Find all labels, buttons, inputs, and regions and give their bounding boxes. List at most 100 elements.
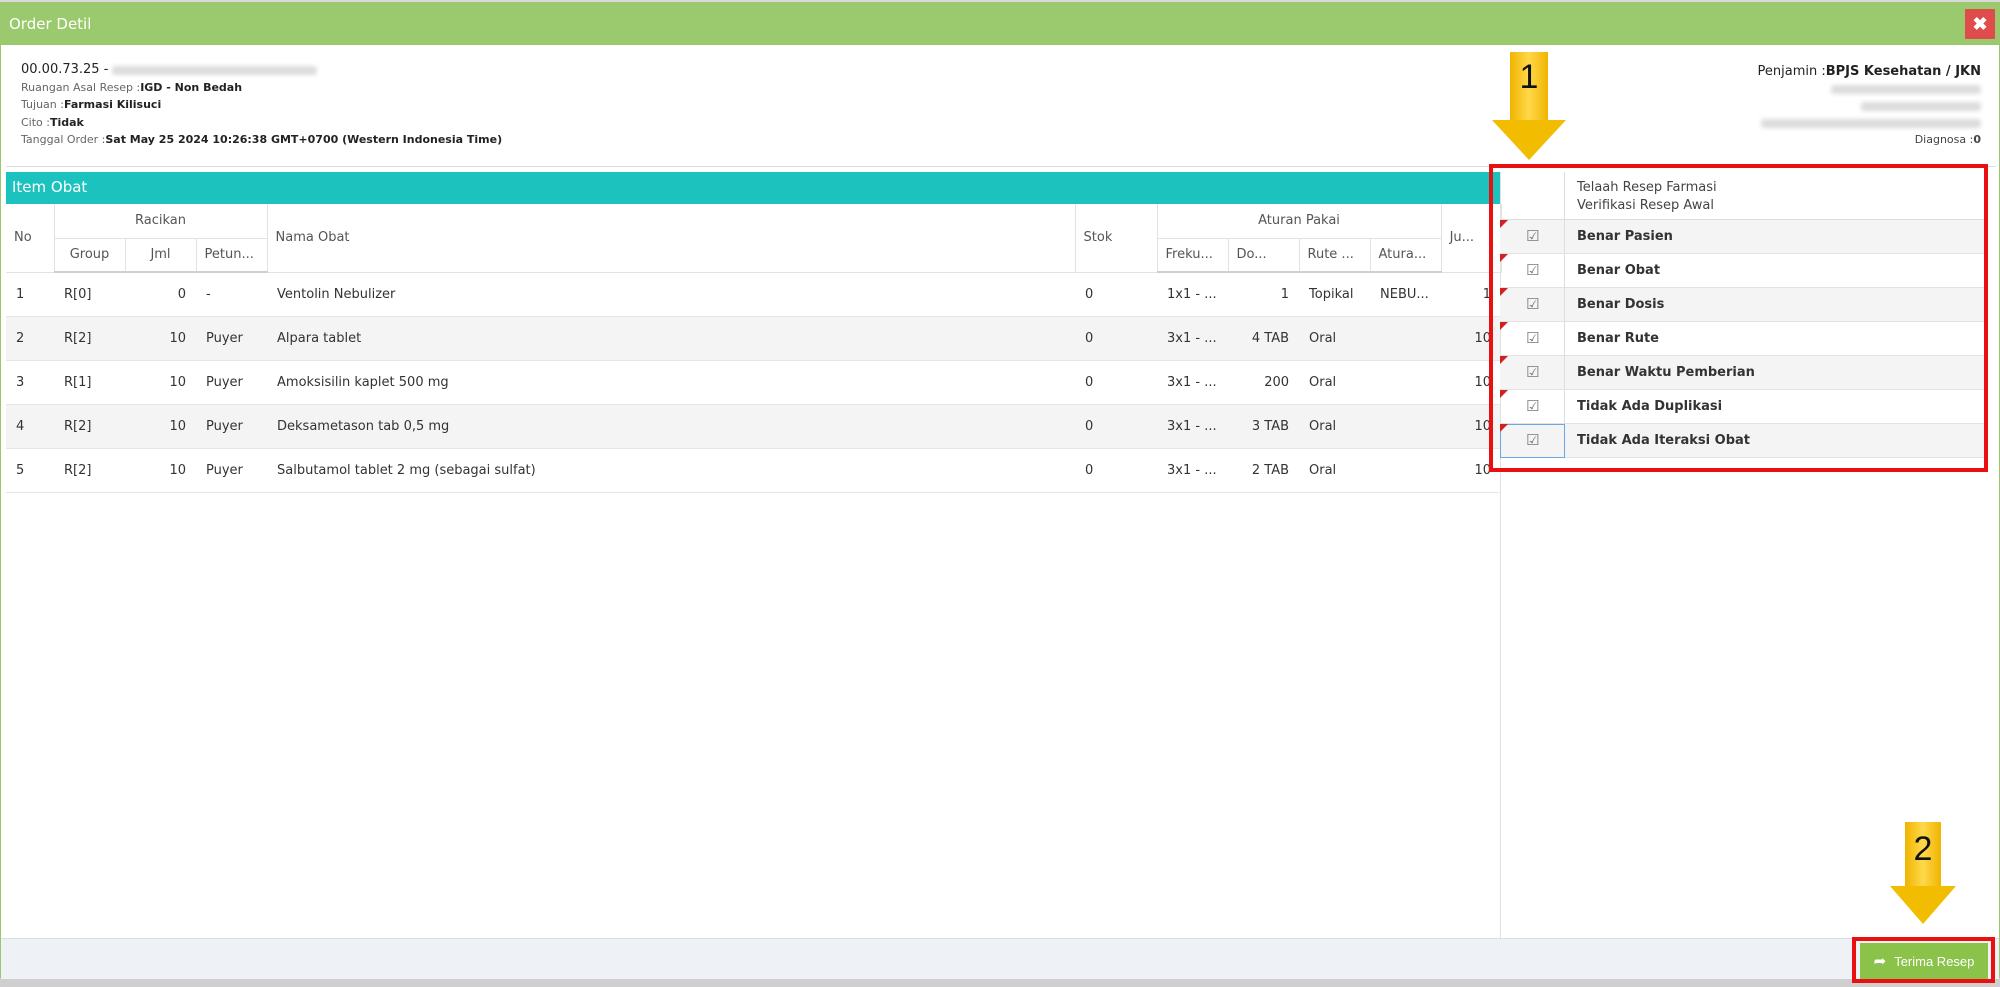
cell-frekuensi: 3x1 - ...	[1157, 404, 1229, 449]
redacted-line-3	[1761, 118, 1981, 128]
cell-aturan	[1370, 404, 1442, 449]
cell-dosis: 4 TAB	[1228, 316, 1300, 361]
redacted-line-2	[1861, 101, 1981, 111]
cell-nama-obat: Amoksisilin kaplet 500 mg	[267, 360, 1076, 405]
cell-no: 2	[6, 316, 54, 361]
background-app-footer	[0, 978, 2000, 987]
col-nama-obat[interactable]: Nama Obat	[267, 204, 1076, 273]
cell-aturan: NEBU...	[1370, 272, 1442, 317]
diagnosa-value: 0	[1973, 133, 1981, 146]
cell-rute: Oral	[1299, 316, 1371, 361]
annotation-arrow-1: 1	[1492, 52, 1566, 160]
cell-dosis: 200	[1228, 360, 1300, 405]
cell-group: R[0]	[54, 272, 125, 317]
cell-no: 5	[6, 448, 54, 493]
dialog-titlebar: Order Detil ✖	[1, 3, 1999, 45]
cell-frekuensi: 3x1 - ...	[1157, 316, 1229, 361]
cell-rute: Oral	[1299, 360, 1371, 405]
col-racikan: Racikan	[54, 204, 268, 239]
cell-jml: 10	[125, 316, 196, 361]
cell-dosis: 2 TAB	[1228, 448, 1300, 493]
tanggal-label: Tanggal Order :	[21, 133, 106, 146]
cell-no: 3	[6, 360, 54, 405]
col-no: No	[6, 204, 55, 273]
cell-aturan	[1370, 316, 1442, 361]
annotation-arrow-2: 2	[1890, 822, 1956, 926]
order-info-right: Penjamin :BPJS Kesehatan / JKN Diagnosa …	[1758, 63, 1981, 148]
cell-petunjuk: Puyer	[196, 316, 268, 361]
close-icon: ✖	[1972, 14, 1988, 34]
cell-no: 1	[6, 272, 54, 317]
cell-jml: 10	[125, 404, 196, 449]
table-row[interactable]: 5 R[2] 10 Puyer Salbutamol tablet 2 mg (seba…	[6, 448, 1502, 493]
cell-stok: 0	[1075, 404, 1158, 449]
cell-nama-obat: Alpara tablet	[267, 316, 1076, 361]
annotation-number-2: 2	[1913, 830, 1933, 868]
cell-jml: 0	[125, 272, 196, 317]
cell-group: R[2]	[54, 448, 125, 493]
cell-aturan	[1370, 360, 1442, 405]
cell-petunjuk: Puyer	[196, 448, 268, 493]
annotation-number-1: 1	[1519, 58, 1539, 96]
tanggal-value: Sat May 25 2024 10:26:38 GMT+0700 (Weste…	[105, 133, 503, 146]
col-group[interactable]: Group	[54, 238, 126, 273]
highlight-box-telaah	[1489, 164, 1988, 472]
penjamin-value: BPJS Kesehatan / JKN	[1825, 64, 1981, 79]
patient-rm: 00.00.73.25 -	[21, 62, 109, 77]
table-row[interactable]: 1 R[0] 0- Ventolin Nebulizer 0 1x1 - ... 1 Topi…	[6, 272, 1502, 317]
cell-jml: 10	[125, 360, 196, 405]
cell-aturan	[1370, 448, 1442, 493]
terima-resep-button[interactable]: ➦ Terima Resep	[1860, 943, 1988, 979]
table-row[interactable]: 2 R[2] 10 Puyer Alpara tablet 0 3x1 - ... 4 TAB…	[6, 316, 1502, 361]
cell-frekuensi: 3x1 - ...	[1157, 360, 1229, 405]
asal-label: Ruangan Asal Resep :	[21, 80, 141, 94]
cell-petunjuk: Puyer	[196, 404, 268, 449]
tujuan-value: Farmasi Kilisuci	[63, 98, 162, 111]
cell-nama-obat: Salbutamol tablet 2 mg (sebagai sulfat)	[267, 448, 1076, 493]
cell-nama-obat: Deksametason tab 0,5 mg	[267, 404, 1076, 449]
cell-rute: Oral	[1299, 448, 1371, 493]
col-stok[interactable]: Stok	[1075, 204, 1158, 273]
cell-rute: Topikal	[1299, 272, 1371, 317]
cell-group: R[2]	[54, 404, 125, 449]
share-icon: ➦	[1873, 953, 1887, 970]
dialog-footer	[1, 938, 1999, 979]
redacted-line-1	[1831, 84, 1981, 94]
asal-value: IGD - Non Bedah	[140, 80, 243, 94]
col-rute[interactable]: Rute ...	[1299, 238, 1371, 273]
penjamin-label: Penjamin :	[1757, 64, 1826, 79]
order-info: 00.00.73.25 - Ruangan Asal Resep :IGD - …	[21, 61, 502, 149]
col-aturan-pakai: Aturan Pakai	[1157, 204, 1442, 239]
terima-resep-label: Terima Resep	[1894, 953, 1975, 969]
cell-dosis: 1	[1228, 272, 1300, 317]
patient-name-redacted	[111, 65, 317, 75]
table-row[interactable]: 4 R[2] 10 Puyer Deksametason tab 0,5 mg 0 3x1 …	[6, 404, 1502, 449]
cell-petunjuk: Puyer	[196, 360, 268, 405]
cell-stok: 0	[1075, 448, 1158, 493]
cell-frekuensi: 1x1 - ...	[1157, 272, 1229, 317]
cell-group: R[2]	[54, 316, 125, 361]
close-button[interactable]: ✖	[1965, 9, 1995, 39]
col-frekuensi[interactable]: Freku...	[1157, 238, 1229, 273]
col-dosis[interactable]: Do...	[1228, 238, 1300, 273]
col-aturan[interactable]: Atura...	[1370, 238, 1442, 273]
cell-stok: 0	[1075, 272, 1158, 317]
cito-label: Cito :	[21, 115, 50, 129]
cell-no: 4	[6, 404, 54, 449]
order-detail-dialog: Order Detil ✖ 00.00.73.25 - Ruangan Asal…	[0, 2, 2000, 979]
item-obat-heading: Item Obat	[6, 172, 1501, 204]
col-jml[interactable]: Jml	[125, 238, 197, 273]
cell-stok: 0	[1075, 360, 1158, 405]
table-row[interactable]: 3 R[1] 10 Puyer Amoksisilin kaplet 500 mg 0 3x…	[6, 360, 1502, 405]
cell-stok: 0	[1075, 316, 1158, 361]
cell-rute: Oral	[1299, 404, 1371, 449]
cell-jml: 10	[125, 448, 196, 493]
item-obat-table: No Racikan Nama Obat Stok Aturan Pakai J…	[6, 204, 1502, 493]
diagnosa-label: Diagnosa :	[1914, 133, 1974, 146]
tujuan-label: Tujuan :	[21, 98, 64, 111]
cell-nama-obat: Ventolin Nebulizer	[267, 272, 1076, 317]
cell-group: R[1]	[54, 360, 125, 405]
cell-frekuensi: 3x1 - ...	[1157, 448, 1229, 493]
col-petunjuk[interactable]: Petun...	[196, 238, 268, 273]
dialog-title: Order Detil	[9, 15, 92, 33]
